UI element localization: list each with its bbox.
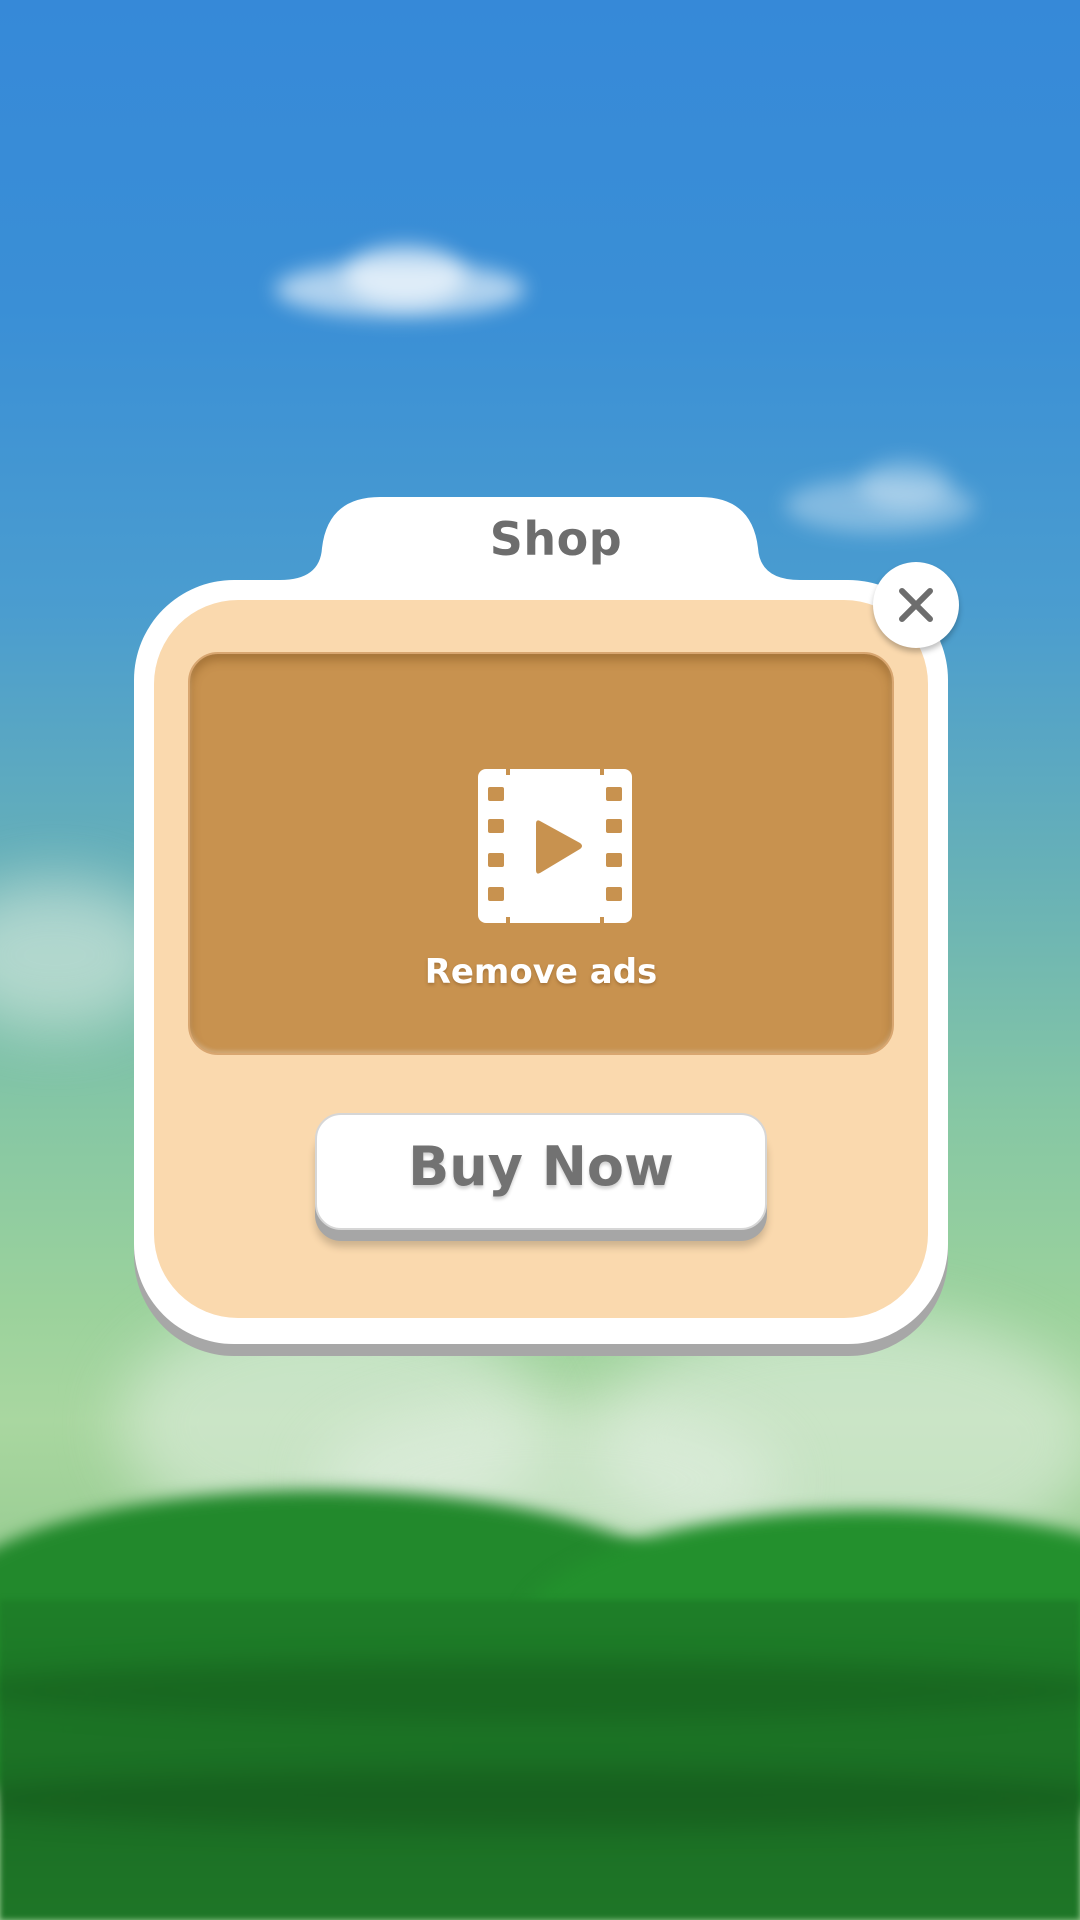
buy-now-button[interactable]: Buy Now bbox=[315, 1113, 767, 1230]
close-button[interactable] bbox=[873, 562, 959, 648]
buy-now-label: Buy Now bbox=[408, 1135, 674, 1198]
close-icon bbox=[899, 588, 933, 622]
film-play-icon bbox=[478, 767, 632, 925]
remove-ads-label: Remove ads bbox=[424, 952, 658, 992]
dialog-title: Shop bbox=[489, 512, 623, 566]
